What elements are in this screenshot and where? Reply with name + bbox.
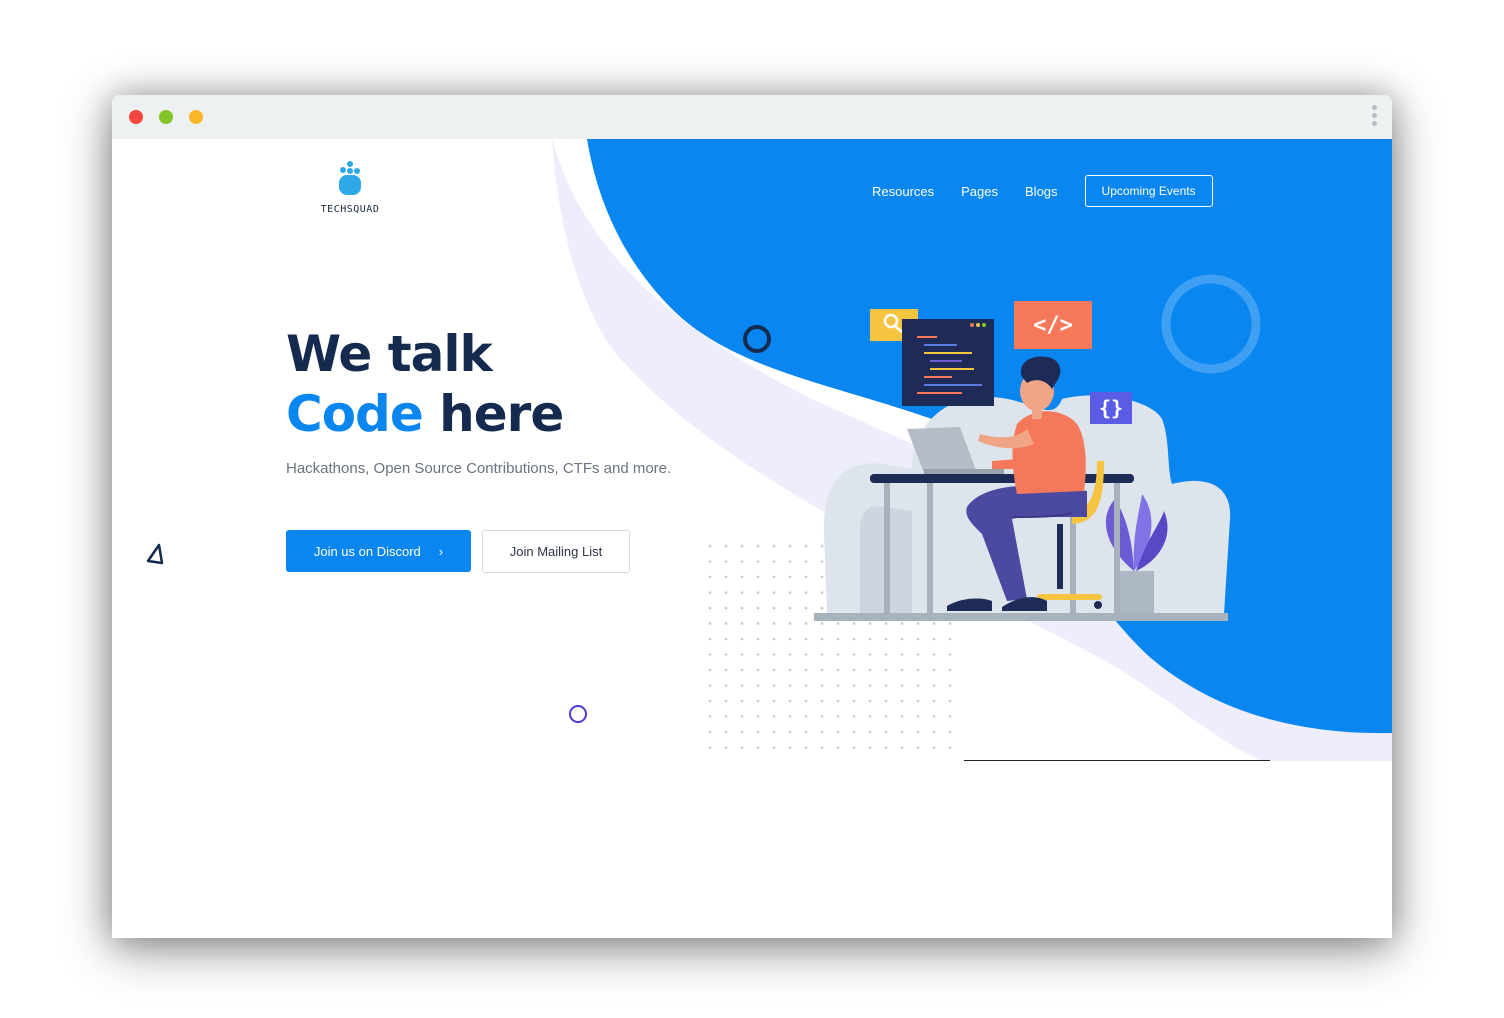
hero-title: We talk Code here	[286, 324, 564, 444]
browser-window: TECHSQUAD Resources Pages Blogs Upcoming…	[112, 95, 1392, 938]
hand-logo-icon	[339, 161, 361, 195]
maximize-window-button[interactable]	[189, 110, 203, 124]
hero-title-rest: here	[422, 385, 564, 443]
close-window-button[interactable]	[129, 110, 143, 124]
circle-outline-decoration	[569, 705, 587, 723]
brand-logo[interactable]: TECHSQUAD	[310, 161, 390, 225]
triangle-decoration	[146, 543, 164, 565]
hero-background	[146, 139, 1392, 761]
nav-link-blogs[interactable]: Blogs	[1025, 184, 1058, 199]
nav-link-resources[interactable]: Resources	[872, 184, 934, 199]
chevron-right-icon: ›	[438, 543, 444, 559]
page-content: TECHSQUAD Resources Pages Blogs Upcoming…	[112, 139, 1392, 761]
hero-title-accent: Code	[286, 385, 424, 443]
kebab-icon[interactable]	[1370, 105, 1378, 131]
hero-title-line1: We talk	[286, 325, 493, 383]
top-navigation: Resources Pages Blogs Upcoming Events	[872, 174, 1213, 208]
brand-name: TECHSQUAD	[320, 204, 380, 215]
join-mailing-list-button[interactable]: Join Mailing List	[482, 530, 630, 573]
nav-link-pages[interactable]: Pages	[961, 184, 998, 199]
join-discord-button[interactable]: Join us on Discord ›	[286, 530, 471, 572]
minimize-window-button[interactable]	[159, 110, 173, 124]
hero-subtitle: Hackathons, Open Source Contributions, C…	[286, 460, 672, 477]
upcoming-events-button[interactable]: Upcoming Events	[1084, 175, 1213, 207]
browser-titlebar	[112, 95, 1392, 139]
join-discord-label: Join us on Discord	[313, 543, 421, 559]
